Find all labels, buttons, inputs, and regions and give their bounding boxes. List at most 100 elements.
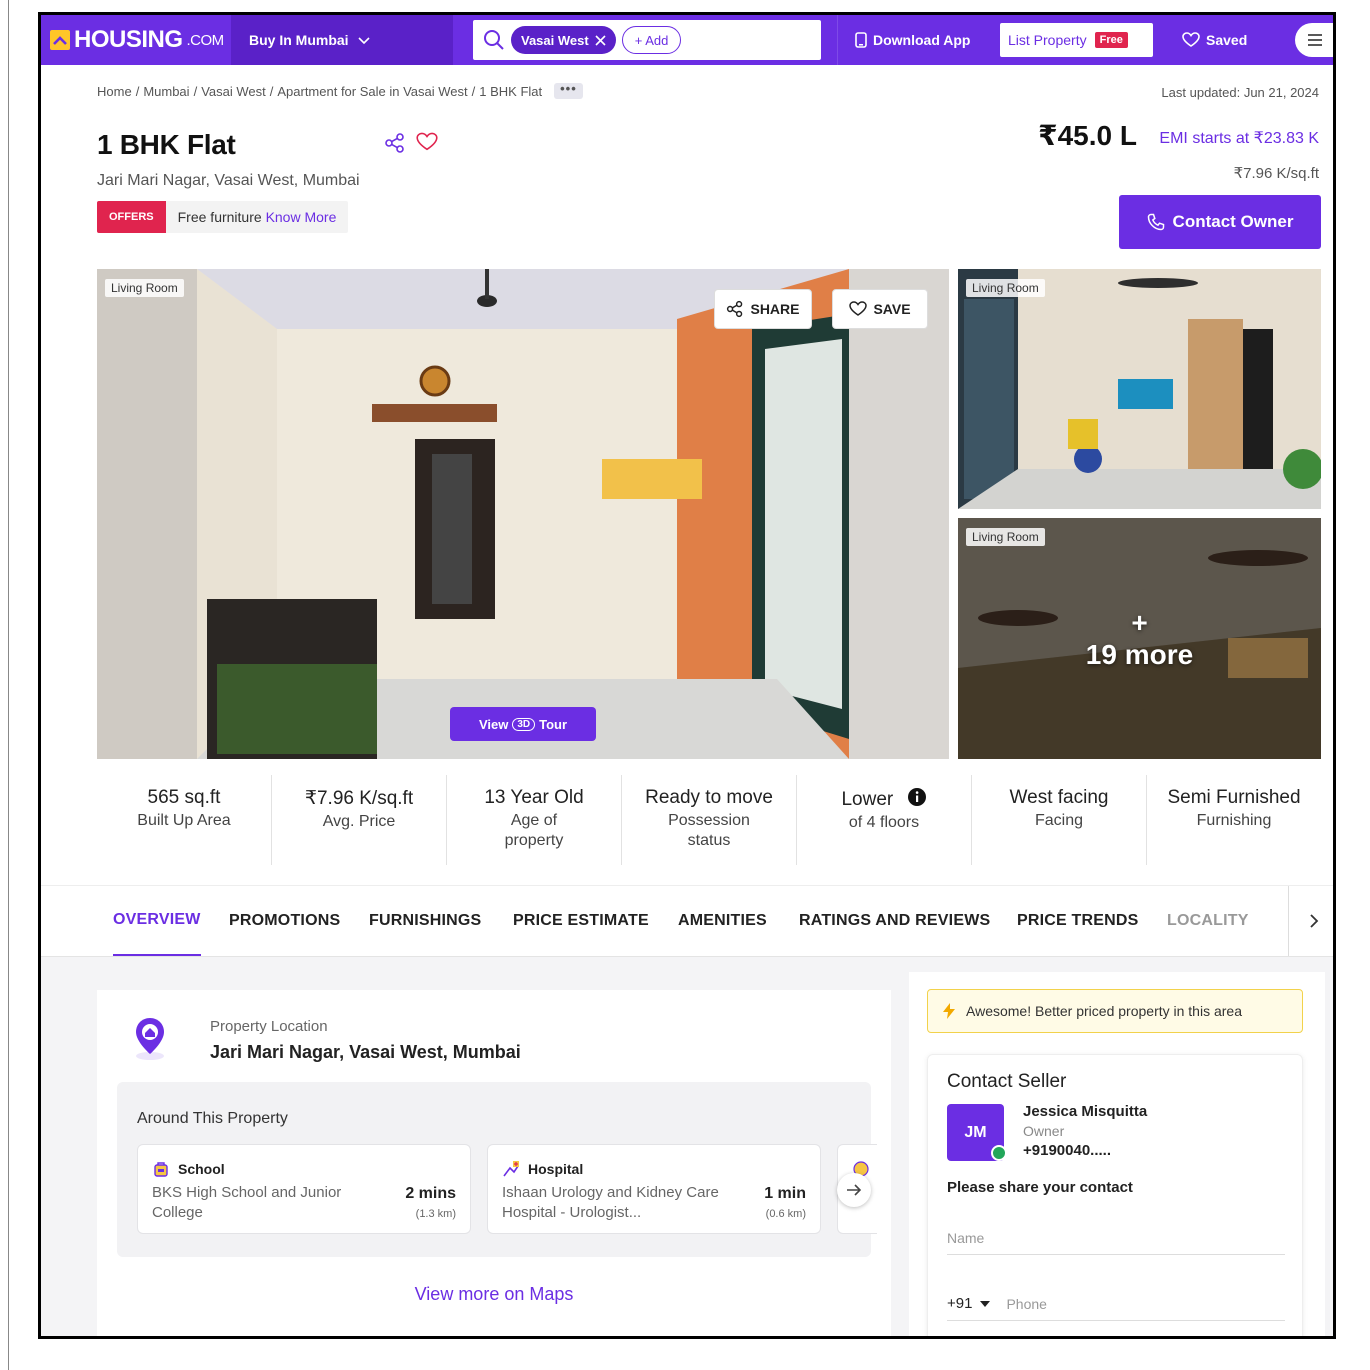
poi-time: 1 min [764, 1185, 806, 1202]
saved-label: Saved [1206, 32, 1248, 48]
country-code-select[interactable]: +91 [947, 1295, 991, 1312]
side-photo-1[interactable]: Living Room [958, 269, 1321, 509]
stat-furnishing: Semi Furnished Furnishing [1147, 775, 1321, 865]
breadcrumb-apartments[interactable]: Apartment for Sale in Vasai West [277, 84, 467, 99]
breadcrumb-home[interactable]: Home [97, 84, 132, 99]
seller-name: Jessica Misquitta [1023, 1103, 1148, 1120]
poi-distance: (0.6 km) [765, 1208, 806, 1220]
stat-label: Facing [1034, 812, 1084, 829]
download-app-label: Download App [873, 32, 971, 48]
breadcrumb: Home / Mumbai / Vasai West / Apartment f… [97, 82, 583, 99]
section-tabs: OVERVIEW PROMOTIONS FURNISHINGS PRICE ES… [41, 885, 1333, 957]
search-bar[interactable]: Vasai West + Add [473, 20, 821, 60]
tab-ratings-reviews[interactable]: RATINGS AND REVIEWS [799, 886, 990, 956]
phone-icon [855, 32, 867, 48]
emi-link[interactable]: EMI starts at ₹23.83 K [1159, 128, 1319, 148]
share-icon[interactable] [384, 132, 406, 154]
seller-role: Owner [1023, 1123, 1065, 1139]
chevron-right-icon [1309, 914, 1318, 928]
saved-button[interactable]: Saved [1182, 15, 1247, 65]
share-contact-prompt: Please share your contact [947, 1179, 1133, 1196]
view-more-on-maps-link[interactable]: View more on Maps [97, 1284, 891, 1305]
locality-chip-label: Vasai West [521, 32, 589, 48]
phone-placeholder: Phone [1006, 1295, 1047, 1312]
stat-floor: Lower of 4 floors [797, 775, 972, 865]
browser-frame: HOUSING .COM Buy In Mumbai Vasai West + A… [38, 12, 1336, 1339]
stat-facing: West facing Facing [972, 775, 1147, 865]
stat-value: Ready to move [645, 787, 773, 808]
stat-avg-price: ₹7.96 K/sq.ft Avg. Price [272, 775, 447, 865]
locality-chip[interactable]: Vasai West [511, 26, 616, 54]
stat-label: Avg. Price [322, 813, 396, 830]
search-icon [484, 30, 504, 50]
logo-text: HOUSING [74, 26, 183, 53]
buy-city-dropdown[interactable]: Buy In Mumbai [231, 15, 453, 65]
know-more-link[interactable]: Know More [266, 209, 337, 225]
listing-title: 1 BHK Flat [97, 129, 236, 160]
photo-room-label: Living Room [105, 279, 184, 297]
breadcrumb-current: 1 BHK Flat [479, 83, 543, 99]
arrow-right-icon [847, 1184, 862, 1196]
property-stats: 565 sq.ft Built Up Area ₹7.96 K/sq.ft Av… [97, 775, 1321, 865]
heart-icon [1182, 32, 1200, 47]
price-per-sqft: ₹7.96 K/sq.ft [1233, 165, 1319, 182]
stat-value: ₹7.96 K/sq.ft [304, 788, 414, 809]
share-photo-button[interactable]: SHARE [714, 289, 812, 329]
tab-furnishings[interactable]: FURNISHINGS [369, 886, 481, 956]
hospital-icon [503, 1161, 519, 1177]
last-updated: Last updated: Jun 21, 2024 [1161, 85, 1319, 100]
close-icon[interactable] [595, 34, 606, 46]
list-property-button[interactable]: List Property Free [1000, 23, 1153, 57]
stat-value: West facing [1009, 787, 1109, 808]
tab-price-estimate[interactable]: PRICE ESTIMATE [513, 886, 649, 956]
title-actions [384, 132, 438, 154]
side-photo-2[interactable]: Living Room + 19 more [958, 518, 1321, 759]
breadcrumb-more-button[interactable]: ••• [554, 82, 583, 99]
tabs-next-button[interactable] [1288, 886, 1333, 956]
listing-location: Jari Mari Nagar, Vasai West, Mumbai [97, 172, 360, 189]
offers-tag: OFFERS [97, 201, 166, 233]
breadcrumb-separator: / [269, 83, 274, 99]
stat-value: Lower [841, 789, 894, 810]
tab-overview[interactable]: OVERVIEW [113, 886, 201, 956]
favorite-heart-icon[interactable] [416, 132, 438, 152]
stat-label: Built Up Area [137, 812, 231, 829]
breadcrumb-mumbai[interactable]: Mumbai [143, 84, 189, 99]
name-field[interactable]: Name [947, 1221, 1285, 1255]
tab-promotions[interactable]: PROMOTIONS [229, 886, 340, 956]
poi-card-school[interactable]: School BKS High School and Junior Colleg… [137, 1144, 471, 1234]
poi-card-hospital[interactable]: Hospital Ishaan Urology and Kidney Care … [487, 1144, 821, 1234]
tab-amenities[interactable]: AMENITIES [678, 886, 767, 956]
contact-owner-button[interactable]: Contact Owner [1119, 195, 1321, 249]
stat-area: 565 sq.ft Built Up Area [97, 775, 272, 865]
poi-next-button[interactable] [837, 1173, 871, 1207]
share-icon [727, 300, 743, 318]
hamburger-icon [1308, 34, 1322, 46]
stat-possession: Ready to move Possession status [622, 775, 797, 865]
more-photos-plus: + [1131, 606, 1148, 638]
info-icon[interactable] [907, 787, 927, 807]
tab-price-trends[interactable]: PRICE TRENDS [1017, 886, 1139, 956]
more-photos-count: 19 more [1085, 638, 1194, 670]
list-property-label: List Property [1008, 32, 1087, 48]
country-code: +91 [947, 1295, 973, 1312]
breadcrumb-separator: / [471, 83, 476, 99]
better-price-banner: Awesome! Better priced property in this … [927, 989, 1303, 1033]
breadcrumb-vasai-west[interactable]: Vasai West [201, 84, 266, 99]
more-photos-overlay[interactable]: + 19 more [958, 518, 1321, 759]
name-placeholder: Name [947, 1229, 985, 1246]
housing-logo[interactable]: HOUSING .COM [50, 26, 225, 53]
heart-icon [849, 301, 868, 316]
tab-locality[interactable]: LOCALITY [1167, 886, 1249, 956]
buy-city-label: Buy In Mumbai [249, 32, 349, 48]
main-photo[interactable]: Living Room SHARE SAVE View 3D Tour [97, 269, 949, 759]
menu-button[interactable] [1295, 23, 1333, 57]
view-3d-tour-button[interactable]: View 3D Tour [450, 707, 596, 741]
logo-chevron-icon [50, 30, 70, 50]
add-locality-button[interactable]: + Add [621, 26, 682, 54]
logo-suffix: .COM [186, 31, 225, 49]
phone-field[interactable]: +91 Phone [947, 1287, 1285, 1321]
save-photo-button[interactable]: SAVE [832, 289, 928, 329]
download-app-button[interactable]: Download App [855, 15, 970, 65]
around-property: Around This Property School BKS High Sch… [117, 1082, 877, 1257]
